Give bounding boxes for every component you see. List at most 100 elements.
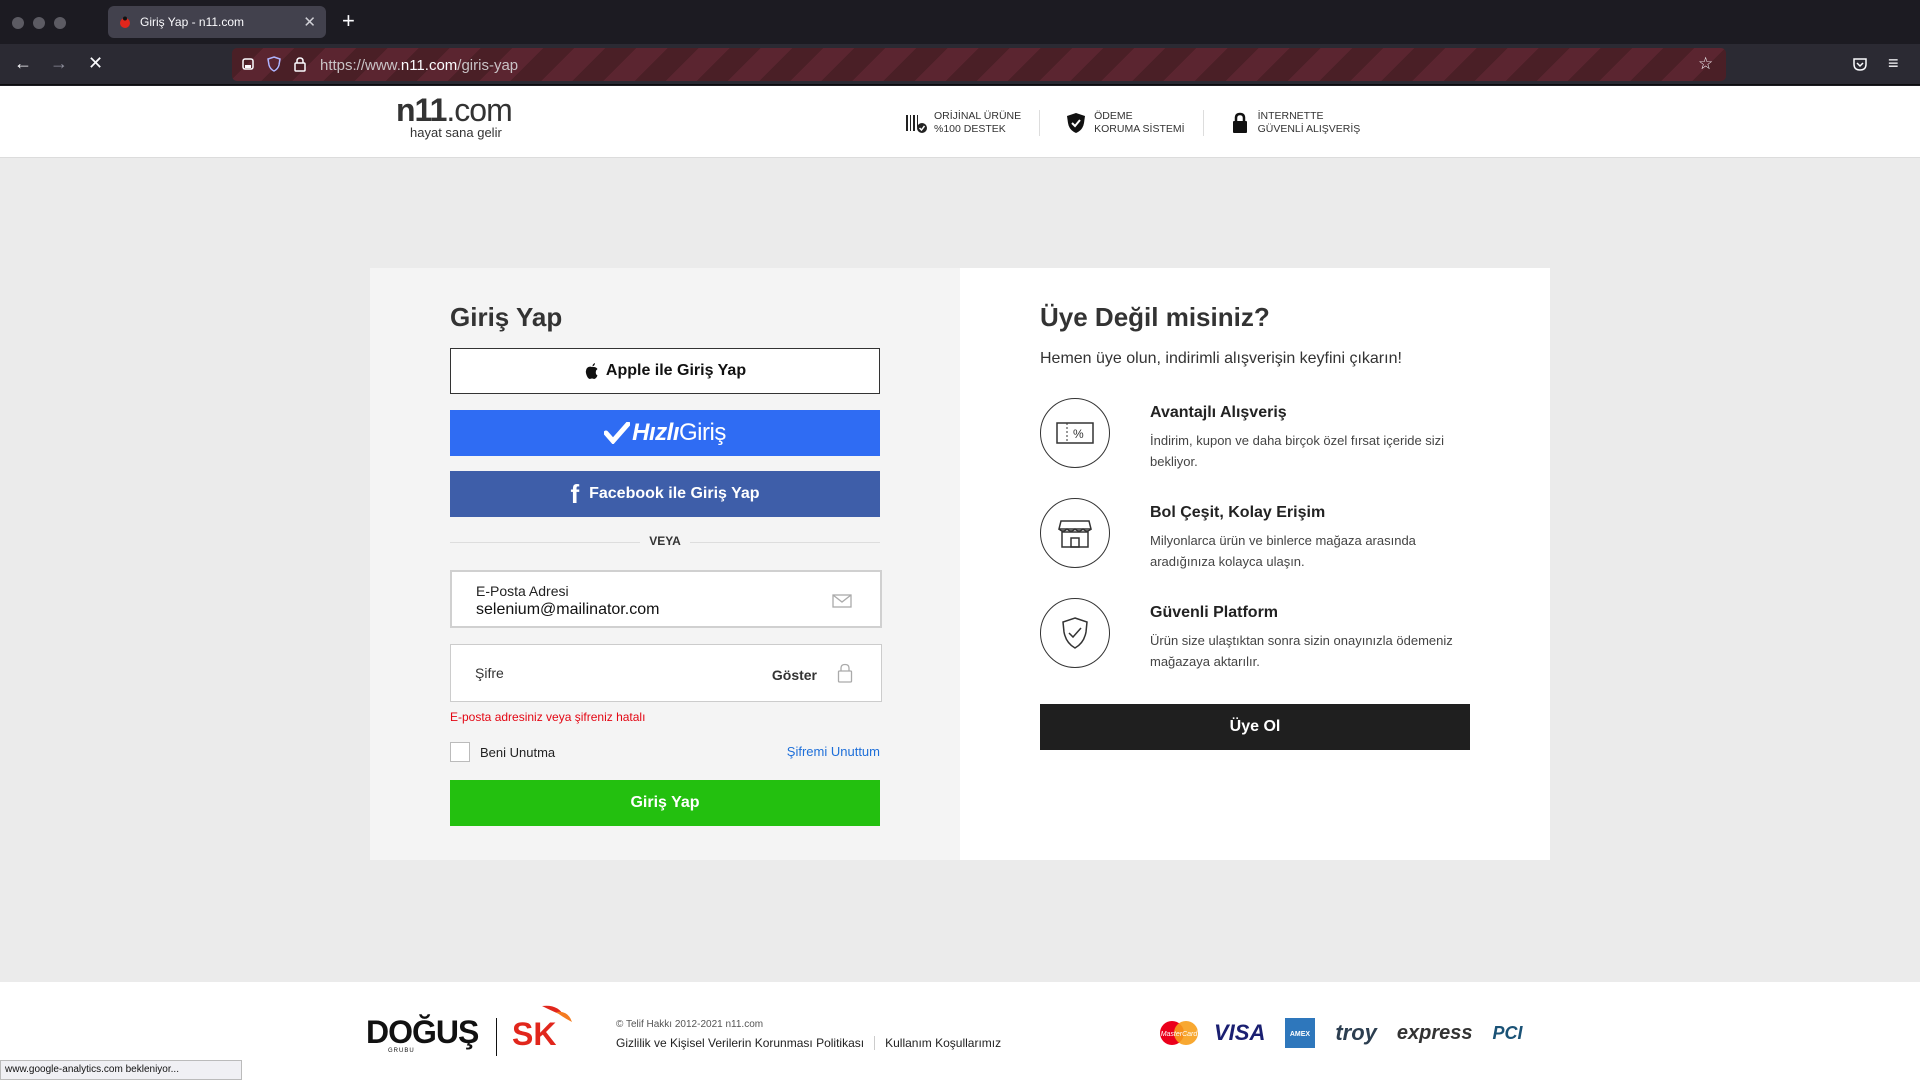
privacy-link[interactable]: Gizlilik ve Kişisel Verilerin Korunması … — [616, 1036, 876, 1050]
site-header: n11.com hayat sana gelir ORİJİNAL ÜRÜNE%… — [0, 86, 1920, 158]
amex-text: AMEX — [1290, 1031, 1311, 1038]
amex-logo-icon: AMEX — [1285, 1018, 1316, 1048]
remember-label: Beni Unutma — [480, 744, 556, 760]
hizli-giris-button[interactable]: Hızlı Giriş — [450, 410, 880, 456]
troy-logo: troy — [1335, 1020, 1377, 1045]
remember-checkbox[interactable] — [450, 742, 470, 762]
site-footer: DOĞUŞ GRUBU SK © Telif Hakkı 2012-2021 n… — [0, 982, 1920, 1080]
copyright-text: © Telif Hakkı 2012-2021 n11.com — [616, 1019, 764, 1030]
badge-secure: İNTERNETTE GÜVENLİ ALIŞVERİŞ — [1228, 110, 1379, 136]
show-password-button[interactable]: Göster — [772, 667, 817, 683]
feature-desc: Ürün size ulaştıktan sonra sizin onayını… — [1150, 633, 1453, 669]
checkmark-icon — [604, 422, 631, 444]
url-host: n11.com — [400, 57, 458, 74]
sk-butterfly-icon — [542, 1005, 572, 1022]
divider-text: VEYA — [640, 534, 690, 548]
footer-links: Gizlilik ve Kişisel Verilerin Korunması … — [616, 1036, 1021, 1050]
register-lead: Hemen üye olun, indirimli alışverişin ke… — [1040, 350, 1402, 367]
feature-desc: İndirim, kupon ve daha birçok özel fırsa… — [1150, 433, 1445, 469]
bookmark-star-icon[interactable]: ☆ — [1698, 54, 1713, 74]
discount-ticket-icon: % — [1040, 398, 1110, 468]
tab-title: Giriş Yap - n11.com — [140, 15, 245, 29]
browser-navbar: ← → ✕ https://www.n11.com/giris-yap ☆ ≡ — [0, 44, 1920, 85]
login-submit-button[interactable]: Giriş Yap — [450, 780, 880, 826]
visa-logo: VISA — [1214, 1020, 1266, 1045]
badge-line: ÖDEME — [1094, 110, 1133, 122]
shield-icon[interactable] — [266, 56, 282, 72]
ladybug-favicon-icon — [120, 16, 130, 28]
logo-separator — [496, 1018, 497, 1056]
badge-line: %100 DESTEK — [934, 123, 1006, 135]
badge-original: ORİJİNAL ÜRÜNE %100 DESTEK — [904, 110, 1041, 136]
tab-close-icon[interactable]: ✕ — [303, 13, 316, 31]
feature-desc: Milyonlarca ürün ve binlerce mağaza aras… — [1150, 533, 1416, 569]
register-panel: Üye Değil misiniz? Hemen üye olun, indir… — [960, 268, 1550, 860]
auth-card: Giriş Yap Apple ile Giriş Yap Hızlı Giriş… — [370, 268, 1550, 860]
register-button[interactable]: Üye Ol — [1040, 704, 1470, 750]
n11-logo[interactable]: n11.com hayat sana gelir — [396, 92, 513, 140]
login-panel: Giriş Yap Apple ile Giriş Yap Hızlı Giriş… — [370, 268, 960, 860]
apple-login-button[interactable]: Apple ile Giriş Yap — [450, 348, 880, 394]
badge-payment: ÖDEME KORUMA SİSTEMİ — [1064, 110, 1204, 136]
mastercard-text: MasterCard — [1161, 1031, 1199, 1038]
window-zoom-dot[interactable] — [54, 17, 66, 29]
dogus-logo-sub: GRUBU — [388, 1048, 415, 1054]
sk-logo[interactable]: SK — [512, 1005, 572, 1053]
hizli-bold-label: Hızlı — [632, 419, 679, 446]
address-bar[interactable]: https://www.n11.com/giris-yap ☆ — [232, 48, 1726, 81]
barcode-check-icon — [906, 115, 927, 133]
browser-status-bar: www.google-analytics.com bekleniyor... — [0, 1060, 242, 1080]
trust-badges: ORİJİNAL ÜRÜNE %100 DESTEK ÖDEME KORUMA Sİ… — [904, 110, 1402, 136]
feature-advantage: % Avantajlı Alışveriş İndirim, kupon ve … — [1040, 398, 1480, 469]
dogus-logo[interactable]: DOĞUŞ — [366, 1014, 479, 1051]
register-title: Üye Değil misiniz? — [1040, 302, 1270, 332]
badge-line: KORUMA SİSTEMİ — [1094, 123, 1185, 135]
logo-text: n11 — [396, 92, 447, 128]
feature-title: Avantajlı Alışveriş — [1150, 404, 1287, 421]
tracking-protection-icon[interactable] — [240, 56, 256, 72]
feature-variety: Bol Çeşit, Kolay Erişim Milyonlarca ürün… — [1040, 498, 1480, 569]
shield-check-icon — [1067, 113, 1086, 133]
apple-icon — [585, 363, 598, 379]
mastercard-logo-icon: MasterCard — [1160, 1021, 1199, 1045]
padlock-icon — [1232, 112, 1247, 133]
storefront-icon — [1040, 498, 1110, 568]
feature-title: Güvenli Platform — [1150, 604, 1279, 621]
shield-check-icon — [1040, 598, 1110, 668]
forgot-password-link[interactable]: Şifremi Unuttum — [787, 744, 880, 759]
hamburger-menu-icon[interactable]: ≡ — [1888, 53, 1899, 73]
email-field[interactable]: E-Posta Adresi selenium@mailinator.com — [450, 570, 882, 628]
logo-tagline: hayat sana gelir — [410, 125, 502, 140]
browser-titlebar: Giriş Yap - n11.com ✕ + — [0, 0, 1920, 44]
feature-secure: Güvenli Platform Ürün size ulaştıktan so… — [1040, 598, 1480, 669]
url-text[interactable]: https://www.n11.com/giris-yap — [320, 57, 518, 74]
new-tab-button[interactable]: + — [342, 10, 355, 32]
login-error-message: E-posta adresiniz veya şifreniz hatalı — [450, 710, 646, 724]
email-value[interactable]: selenium@mailinator.com — [476, 601, 659, 619]
facebook-login-label: Facebook ile Giriş Yap — [589, 485, 760, 502]
remember-me[interactable]: Beni Unutma — [450, 742, 555, 762]
back-arrow-icon[interactable]: ← — [14, 53, 32, 73]
facebook-login-button[interactable]: f Facebook ile Giriş Yap — [450, 471, 880, 517]
apple-login-label: Apple ile Giriş Yap — [605, 362, 747, 379]
login-title: Giriş Yap — [450, 302, 563, 332]
stop-loading-icon[interactable]: ✕ — [88, 53, 103, 73]
lock-icon[interactable] — [292, 56, 308, 72]
url-path: /giris-yap — [457, 57, 519, 74]
email-label: E-Posta Adresi — [476, 583, 569, 599]
badge-line: ORİJİNAL ÜRÜNE — [934, 110, 1022, 122]
hizli-light-label: Giriş — [679, 419, 726, 446]
password-label: Şifre — [475, 665, 504, 681]
window-close-dot[interactable] — [12, 17, 24, 29]
lock-icon — [837, 663, 853, 683]
badge-line: GÜVENLİ ALIŞVERİŞ — [1257, 123, 1361, 135]
forward-arrow-icon[interactable]: → — [50, 53, 68, 73]
page-content: n11.com hayat sana gelir ORİJİNAL ÜRÜNE%… — [0, 86, 1920, 1080]
terms-link[interactable]: Kullanım Koşullarımız — [885, 1036, 1011, 1050]
password-field[interactable]: Şifre Göster — [450, 644, 882, 702]
pocket-icon[interactable] — [1852, 56, 1868, 72]
express-logo: express — [1396, 1021, 1473, 1044]
window-minimize-dot[interactable] — [33, 17, 45, 29]
browser-tab[interactable]: Giriş Yap - n11.com ✕ — [108, 6, 326, 38]
feature-title: Bol Çeşit, Kolay Erişim — [1150, 504, 1326, 521]
